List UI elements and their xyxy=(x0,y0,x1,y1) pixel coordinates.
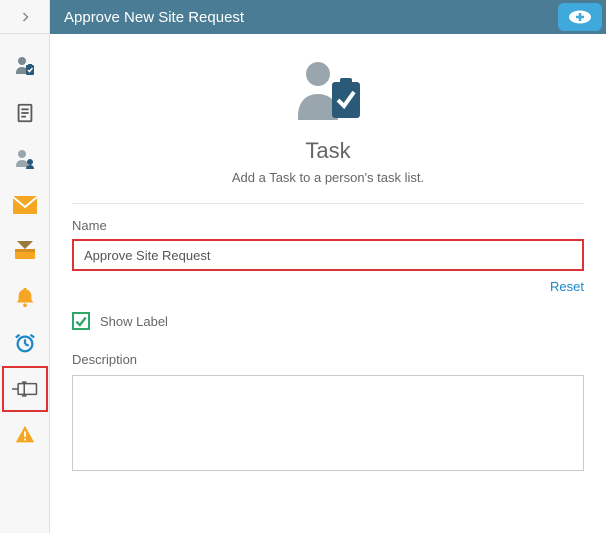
hero-subtitle: Add a Task to a person's task list. xyxy=(232,170,424,185)
warning-icon xyxy=(14,424,36,446)
rail-item-inbox[interactable] xyxy=(2,228,48,274)
rail-item-clock[interactable] xyxy=(2,320,48,366)
sidebar-expand-button[interactable] xyxy=(0,0,49,34)
task-hero-icon xyxy=(288,56,368,128)
description-label: Description xyxy=(72,352,584,367)
name-label: Name xyxy=(72,218,584,233)
bell-icon xyxy=(14,286,36,308)
chevron-right-icon xyxy=(19,11,31,23)
panel-title: Approve New Site Request xyxy=(50,9,552,26)
reset-link[interactable]: Reset xyxy=(550,279,584,294)
panel-header: Approve New Site Request xyxy=(50,0,606,34)
inbox-icon xyxy=(13,241,37,261)
mail-icon xyxy=(13,196,37,214)
rail-item-assign-user[interactable] xyxy=(2,136,48,182)
description-input[interactable] xyxy=(72,375,584,471)
show-label-checkbox[interactable] xyxy=(72,312,90,330)
rail-item-document[interactable] xyxy=(2,90,48,136)
divider xyxy=(72,203,584,204)
rail-item-form-field[interactable] xyxy=(2,366,48,412)
hero-section: Task Add a Task to a person's task list. xyxy=(72,56,584,185)
rail-item-mail[interactable] xyxy=(2,182,48,228)
main-panel: Approve New Site Request Task xyxy=(50,0,606,533)
show-label-text: Show Label xyxy=(100,314,168,329)
add-pill-icon xyxy=(568,10,592,24)
rail-item-person-checklist[interactable] xyxy=(2,44,48,90)
person-checklist-icon xyxy=(13,55,37,79)
assign-user-icon xyxy=(13,147,37,171)
form-field-icon xyxy=(12,380,38,398)
name-input[interactable] xyxy=(72,239,584,271)
rail-item-warning[interactable] xyxy=(2,412,48,458)
document-icon xyxy=(14,102,36,124)
add-action-button[interactable] xyxy=(558,3,602,31)
checkmark-icon xyxy=(74,314,88,328)
rail-item-bell[interactable] xyxy=(2,274,48,320)
sidebar-rail xyxy=(0,0,50,533)
clock-icon xyxy=(14,332,36,354)
hero-title: Task xyxy=(305,138,350,164)
